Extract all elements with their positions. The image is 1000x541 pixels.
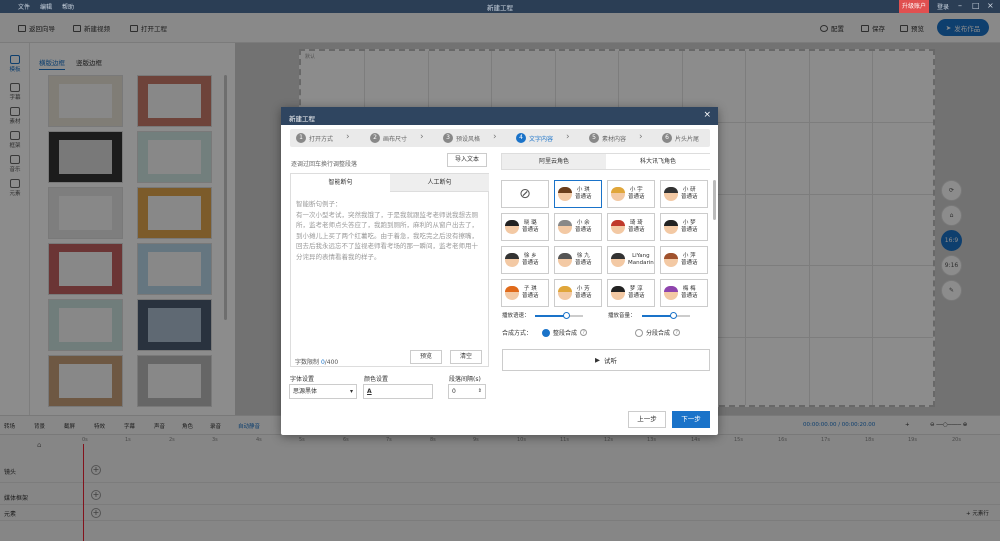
voice-card[interactable]: LiYang Mandarin — [607, 246, 655, 274]
voice-card[interactable]: 小 梦普通话 — [660, 213, 708, 241]
prev-step-button[interactable]: 上一步 — [628, 411, 666, 428]
voice-card[interactable]: 小 研普通话 — [660, 180, 708, 208]
voice-card[interactable]: 琦 琦普通话 — [607, 213, 655, 241]
voice-card[interactable]: 梅 梅普通话 — [660, 279, 708, 307]
voice-grid: ⊘ 小 琪普通话 小 宇普通话 小 研普通话 晓 璐普通话 小 余普通话 琦 琦… — [501, 180, 710, 308]
chevron-down-icon: ▾ — [349, 388, 353, 395]
dialog-header: 新建工程 × — [281, 107, 718, 125]
login-link[interactable]: 登录 — [937, 2, 949, 11]
step-1[interactable]: 1 打开方式 — [296, 133, 333, 143]
volume-slider-fill — [642, 315, 672, 317]
voice-provider-tabs: 阿里云角色 科大讯飞角色 — [501, 153, 710, 170]
step-6[interactable]: 6 片头片尾 — [662, 133, 699, 143]
stepper-arrows-icon[interactable]: ⇕ — [478, 385, 482, 398]
line-break-hint: 逐调过回车换行调整段落 — [291, 161, 358, 168]
close-icon[interactable]: × — [703, 110, 711, 120]
spacing-value: 0 — [452, 388, 456, 395]
tab-iflytek-voice[interactable]: 科大讯飞角色 — [606, 154, 710, 169]
chevron-right-icon: › — [420, 132, 424, 142]
play-icon: ▶ — [595, 356, 600, 364]
wizard-steps: 1 打开方式 › 2 画布尺寸 › 3 预设风格 › 4 文字内容 › 5 素材内容 › … — [290, 129, 710, 147]
voice-card[interactable]: 子 琪普通话 — [501, 279, 549, 307]
color-swatch-icon: A — [367, 388, 372, 395]
title-bar: 文件 编辑 帮助 新建工程 升级账户 登录 – □ × — [0, 0, 1000, 13]
voice-card[interactable]: 小 芳普通话 — [554, 279, 602, 307]
font-value: 思源黑体 — [293, 388, 318, 395]
volume-slider-handle[interactable] — [670, 312, 677, 319]
volume-label: 播放音量： — [608, 313, 636, 319]
help-icon[interactable]: ? — [580, 329, 588, 336]
voice-none[interactable]: ⊘ — [501, 180, 549, 208]
speed-slider-handle[interactable] — [563, 312, 570, 319]
word-limit: 字数限制 0/400 — [295, 359, 339, 366]
synth-whole-option[interactable]: 整段合成? — [542, 328, 588, 337]
color-picker[interactable]: A — [363, 384, 433, 399]
text-area[interactable]: 智能断句例子： 有一次小型考试，突然我饿了，于是我就跟监考老师说我想去厕所，监考… — [296, 199, 484, 262]
tab-aliyun-voice[interactable]: 阿里云角色 — [502, 154, 606, 169]
window-title: 新建工程 — [487, 4, 513, 12]
tab-smart-break[interactable]: 智能断句 — [291, 174, 390, 192]
radio-icon — [635, 328, 643, 337]
speed-label: 播放语速： — [502, 313, 530, 319]
voice-card[interactable]: 小 宇普通话 — [607, 180, 655, 208]
new-project-dialog: 新建工程 × 1 打开方式 › 2 画布尺寸 › 3 预设风格 › 4 文字内容 › 5素… — [281, 107, 718, 435]
close-window-icon[interactable]: × — [987, 1, 994, 10]
radio-checked-icon — [542, 328, 550, 337]
import-text-button[interactable]: 导入文本 — [447, 153, 487, 167]
voice-card[interactable]: 梦 淳普通话 — [607, 279, 655, 307]
font-select[interactable]: 思源黑体 ▾ — [289, 384, 357, 399]
voice-card[interactable]: 晓 璐普通话 — [501, 213, 549, 241]
listen-label: 试听 — [604, 357, 617, 365]
dialog-title: 新建工程 — [289, 115, 315, 123]
voice-card[interactable]: 徐 九普通话 — [554, 246, 602, 274]
voice-card[interactable]: 徐 乡普通话 — [501, 246, 549, 274]
chevron-right-icon: › — [493, 132, 497, 142]
step-4[interactable]: 4 文字内容 — [516, 133, 553, 143]
chevron-right-icon: › — [566, 132, 570, 142]
step-2[interactable]: 2 画布尺寸 — [370, 133, 407, 143]
font-label: 字体设置 — [290, 376, 315, 383]
sample-text: 有一次小型考试，突然我饿了，于是我就跟监考老师说我想去厕所，监考老师点头答应了，… — [296, 210, 478, 261]
voice-card[interactable]: 小 萍普通话 — [660, 246, 708, 274]
next-step-button[interactable]: 下一步 — [672, 411, 710, 428]
color-label: 颜色设置 — [364, 376, 389, 383]
text-input-box: 智能断句 人工断句 智能断句例子： 有一次小型考试，突然我饿了，于是我就跟监考老… — [290, 173, 489, 367]
preview-text-button[interactable]: 预览 — [410, 350, 442, 364]
help-icon[interactable]: ? — [673, 329, 681, 336]
voice-scrollbar[interactable] — [713, 180, 716, 220]
voice-card[interactable]: 小 余普通话 — [554, 213, 602, 241]
step-3[interactable]: 3 预设风格 — [443, 133, 480, 143]
tab-manual-break[interactable]: 人工断句 — [390, 174, 489, 192]
chevron-right-icon: › — [639, 132, 643, 142]
synth-label: 合成方式： — [502, 330, 533, 337]
step-5[interactable]: 5 素材内容 — [589, 133, 626, 143]
listen-button[interactable]: ▶ 试听 — [502, 349, 710, 371]
minimize-icon[interactable]: – — [958, 1, 962, 10]
synth-split-option[interactable]: 分段合成? — [635, 328, 681, 337]
clear-text-button[interactable]: 清空 — [450, 350, 482, 364]
sample-title: 智能断句例子： — [296, 200, 342, 208]
spacing-stepper[interactable]: 0 ⇕ — [448, 384, 486, 399]
upgrade-button[interactable]: 升级账户 — [899, 0, 929, 13]
speed-slider-fill — [535, 315, 565, 317]
voice-card[interactable]: 小 琪普通话 — [554, 180, 602, 208]
maximize-icon[interactable]: □ — [972, 1, 980, 10]
no-voice-icon: ⊘ — [519, 186, 531, 202]
chevron-right-icon: › — [346, 132, 350, 142]
spacing-label: 段落间隔(s) — [449, 376, 481, 383]
